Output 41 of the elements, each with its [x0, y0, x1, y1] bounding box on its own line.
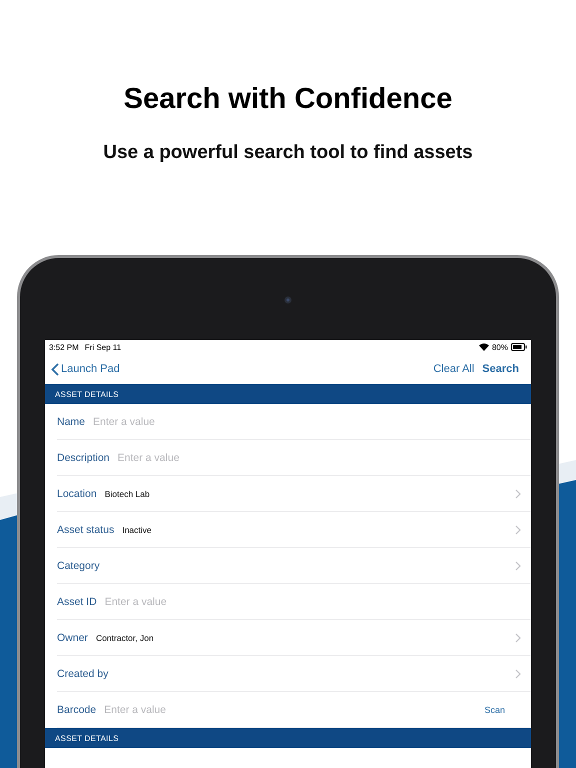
field-label: Name — [57, 416, 86, 428]
chevron-icon — [515, 524, 521, 534]
back-button[interactable]: Launch Pad — [51, 362, 120, 376]
field-label: Asset ID — [57, 596, 97, 608]
headline: Search with Confidence — [124, 83, 452, 116]
field-label: Owner — [57, 632, 88, 644]
input-field[interactable]: Enter a value — [104, 704, 476, 716]
chevron-icon — [515, 560, 521, 570]
input-field[interactable]: Enter a value — [118, 452, 521, 464]
battery-level: 80% — [492, 342, 508, 352]
field-label: Category — [57, 560, 100, 572]
back-icon — [51, 362, 59, 376]
chevron-icon — [515, 488, 521, 498]
chevron-icon — [515, 668, 521, 678]
picker-row[interactable]: Category — [57, 548, 531, 584]
input-field[interactable]: Enter a value — [93, 416, 521, 428]
picker-row[interactable]: Created by — [57, 656, 531, 692]
search-button[interactable]: Search — [482, 363, 519, 375]
clear-button[interactable]: Clear All — [433, 363, 474, 375]
scan-button[interactable]: Scan — [484, 704, 505, 714]
picker-row[interactable]: Owner Contractor, Jon — [57, 620, 531, 656]
section-header: ASSET DETAILS — [45, 384, 531, 404]
camera-icon — [284, 296, 292, 304]
field-value: Contractor, Jon — [96, 632, 155, 642]
wifi-icon — [478, 343, 489, 351]
status-date: Fri Sep 11 — [84, 342, 122, 352]
field-value: Biotech Lab — [104, 488, 151, 498]
section-header: ASSET DETAILS — [45, 728, 531, 748]
picker-row[interactable]: Asset status Inactive — [57, 512, 531, 548]
field-label: Location — [57, 488, 97, 500]
field-label: Asset status — [57, 524, 114, 536]
field-label: Created by — [57, 668, 108, 680]
chevron-icon — [515, 632, 521, 642]
field-label: Description — [57, 452, 110, 464]
battery-icon — [511, 343, 527, 351]
picker-row[interactable]: Location Biotech Lab — [57, 476, 531, 512]
subheadline: Use a powerful search tool to find assets — [103, 142, 473, 164]
input-field[interactable]: Enter a value — [104, 596, 521, 608]
field-label: Barcode — [57, 704, 96, 716]
status-time: 3:52 PM — [49, 342, 79, 352]
field-value: Inactive — [122, 524, 152, 534]
